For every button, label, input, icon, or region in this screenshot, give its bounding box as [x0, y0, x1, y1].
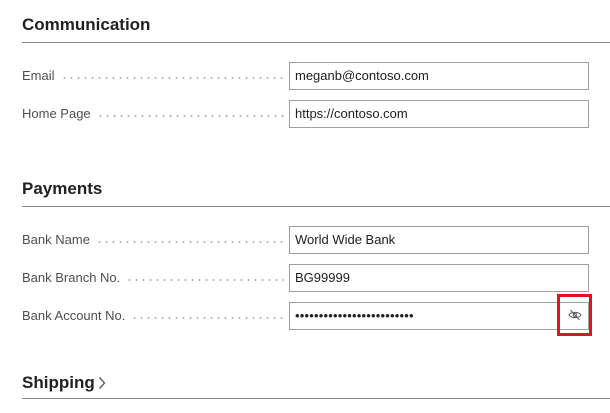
- bank-account-no-label-text: Bank Account No.: [22, 308, 126, 323]
- bank-account-no-label-leader: [131, 316, 284, 319]
- show-value-button[interactable]: [557, 294, 592, 336]
- email-label-text: Email: [22, 68, 55, 83]
- communication-section-title[interactable]: Communication: [22, 15, 150, 35]
- email-label-leader: [60, 76, 284, 79]
- shipping-divider: [22, 398, 610, 399]
- home-page-field[interactable]: https://contoso.com: [289, 100, 589, 128]
- email-label: Email: [22, 66, 284, 86]
- payments-divider: [22, 206, 610, 207]
- communication-divider: [22, 42, 610, 43]
- bank-branch-no-label: Bank Branch No.: [22, 268, 284, 288]
- bank-name-field[interactable]: World Wide Bank: [289, 226, 589, 254]
- bank-account-no-label: Bank Account No.: [22, 306, 284, 326]
- shipping-section-title: Shipping: [22, 373, 95, 392]
- home-page-label-leader: [96, 114, 284, 117]
- bank-branch-no-field[interactable]: BG99999: [289, 264, 589, 292]
- home-page-label-text: Home Page: [22, 106, 91, 121]
- bank-branch-no-label-text: Bank Branch No.: [22, 270, 121, 285]
- chevron-right-icon: [98, 377, 106, 389]
- payments-section-title[interactable]: Payments: [22, 179, 102, 199]
- bank-branch-no-label-leader: [126, 278, 284, 281]
- home-page-label: Home Page: [22, 104, 284, 124]
- shipping-section-link[interactable]: Shipping: [22, 373, 106, 393]
- bank-account-no-field[interactable]: •••••••••••••••••••••••••: [289, 302, 589, 330]
- eye-off-icon: [567, 309, 582, 321]
- bank-name-label-leader: [95, 240, 284, 243]
- email-field[interactable]: meganb@contoso.com: [289, 62, 589, 90]
- bank-name-label-text: Bank Name: [22, 232, 90, 247]
- bank-name-label: Bank Name: [22, 230, 284, 250]
